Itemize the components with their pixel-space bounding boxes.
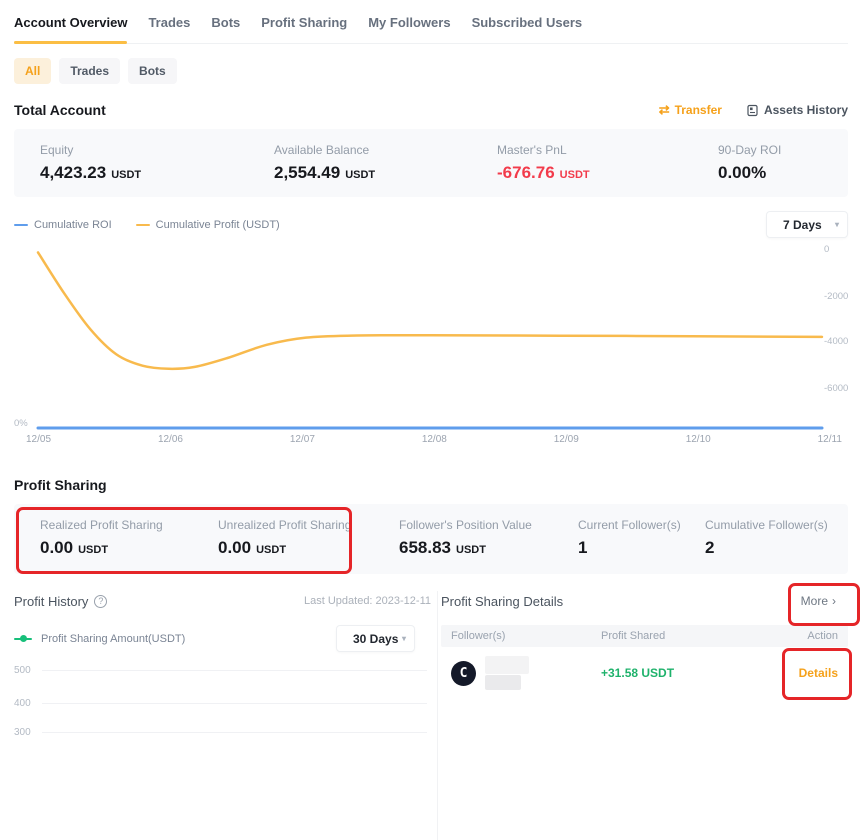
document-icon	[746, 104, 759, 117]
profit-legend-dash-icon	[136, 224, 150, 226]
follower-name-blurred	[485, 656, 529, 690]
filter-trades[interactable]: Trades	[59, 58, 120, 84]
transfer-button[interactable]: ⇄ Transfer	[659, 102, 722, 118]
masters-pnl-stat: Master's PnL -676.76USDT	[497, 143, 718, 197]
details-button[interactable]: Details	[799, 666, 838, 680]
tab-my-followers[interactable]: My Followers	[368, 15, 450, 30]
tab-subscribed-users[interactable]: Subscribed Users	[472, 15, 583, 30]
unrealized-profit-sharing-stat: Unrealized Profit Sharing 0.00USDT	[218, 518, 399, 574]
more-button[interactable]: More ›	[801, 594, 836, 608]
profit-history-title: Profit History	[14, 594, 88, 609]
top-tab-bar: Account Overview Trades Bots Profit Shar…	[14, 0, 848, 44]
legend-cumulative-profit[interactable]: Cumulative Profit (USDT)	[136, 219, 280, 231]
profit-sharing-details-panel: Profit Sharing Details More › Follower(s…	[437, 591, 848, 840]
y-axis-tick: -4000	[824, 336, 848, 347]
current-followers-stat: Current Follower(s) 1	[578, 518, 705, 574]
profit-sharing-stats-card: Realized Profit Sharing 0.00USDT Unreali…	[14, 504, 848, 574]
assets-history-button[interactable]: Assets History	[746, 103, 848, 117]
column-profit-shared: Profit Shared	[601, 630, 758, 642]
cumulative-chart: 0 -2000 -4000 -6000 0%	[14, 242, 848, 434]
profit-history-panel: Profit History ? Last Updated: 2023-12-1…	[14, 591, 437, 840]
available-balance-stat: Available Balance 2,554.49USDT	[274, 143, 497, 197]
chevron-down-icon: ▾	[402, 634, 406, 643]
total-account-stats-card: Equity 4,423.23USDT Available Balance 2,…	[14, 129, 848, 197]
cumulative-chart-canvas	[14, 242, 826, 434]
column-followers: Follower(s)	[451, 630, 601, 642]
y-axis-tick: -2000	[824, 291, 848, 302]
legend-profit-sharing-amount[interactable]: Profit Sharing Amount(USDT)	[14, 633, 185, 645]
y-axis-tick: 0	[824, 244, 829, 255]
table-row: C +31.58 USDT Details	[441, 647, 848, 699]
green-line-legend-icon	[14, 638, 32, 640]
chevron-right-icon: ›	[832, 594, 836, 608]
chart-range-selector[interactable]: 7 Days ▾	[766, 211, 848, 238]
y-axis-tick: -6000	[824, 383, 848, 394]
profit-shared-value: +31.58 USDT	[601, 666, 758, 680]
transfer-icon: ⇄	[659, 102, 670, 118]
profit-sharing-details-title: Profit Sharing Details	[441, 594, 563, 609]
account-overview-page: Account Overview Trades Bots Profit Shar…	[0, 0, 862, 840]
follower-position-value-stat: Follower's Position Value 658.83USDT	[399, 518, 578, 574]
realized-profit-sharing-stat: Realized Profit Sharing 0.00USDT	[40, 518, 218, 574]
roi-legend-dash-icon	[14, 224, 28, 226]
tab-trades[interactable]: Trades	[148, 15, 190, 30]
tab-profit-sharing[interactable]: Profit Sharing	[261, 15, 347, 30]
roi-90day-stat: 90-Day ROI 0.00%	[718, 143, 848, 197]
column-action: Action	[758, 630, 838, 642]
cumulative-followers-stat: Cumulative Follower(s) 2	[705, 518, 848, 574]
roi-axis-zero-label: 0%	[14, 418, 28, 429]
tab-account-overview[interactable]: Account Overview	[14, 15, 127, 30]
chevron-down-icon: ▾	[835, 220, 839, 229]
tab-bots[interactable]: Bots	[211, 15, 240, 30]
follower-avatar: C	[451, 661, 476, 686]
profit-sharing-title: Profit Sharing	[14, 477, 107, 493]
last-updated-label: Last Updated: 2023-12-11	[304, 595, 431, 607]
followers-table: Follower(s) Profit Shared Action C +31.5…	[441, 625, 848, 699]
filter-bots[interactable]: Bots	[128, 58, 177, 84]
type-filter-pills: All Trades Bots	[14, 58, 848, 84]
total-account-title: Total Account	[14, 102, 106, 118]
filter-all[interactable]: All	[14, 58, 51, 84]
x-axis-labels: 12/05 12/06 12/07 12/08 12/09 12/10 12/1…	[26, 434, 842, 445]
help-icon[interactable]: ?	[94, 595, 107, 608]
equity-stat: Equity 4,423.23USDT	[40, 143, 274, 197]
history-range-selector[interactable]: 30 Days ▾	[336, 625, 415, 652]
legend-cumulative-roi[interactable]: Cumulative ROI	[14, 219, 112, 231]
profit-history-chart: 500 400 300	[14, 660, 437, 840]
